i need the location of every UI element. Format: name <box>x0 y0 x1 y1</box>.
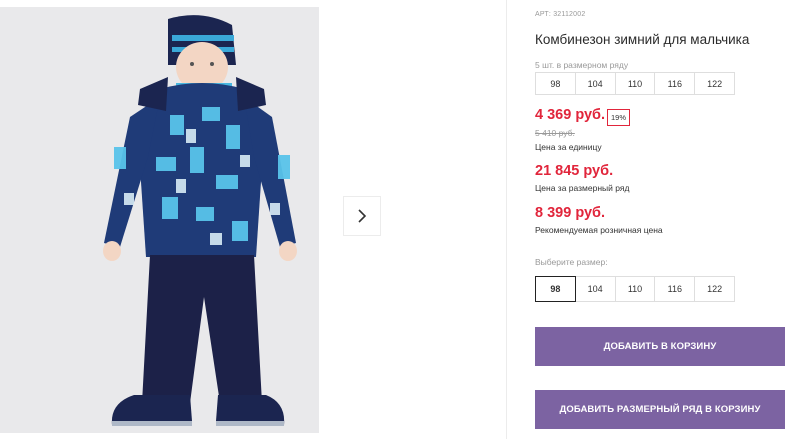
size-option-110[interactable]: 110 <box>614 276 656 302</box>
product-photo[interactable] <box>0 7 319 433</box>
size-option-98[interactable]: 98 <box>535 276 576 302</box>
add-size-row-to-cart-button[interactable]: ДОБАВИТЬ РАЗМЕРНЫЙ РЯД В КОРЗИНУ <box>535 390 785 429</box>
unit-price: 4 369 руб. <box>535 107 606 123</box>
row-price: 21 845 руб. <box>535 163 614 179</box>
chevron-right-icon <box>358 209 367 223</box>
row-price-note: Цена за размерный ряд <box>535 183 630 193</box>
product-image <box>0 7 319 433</box>
pack-label: 5 шт. в размерном ряду <box>535 60 629 70</box>
article-number: АРТ: 32112002 <box>535 11 586 18</box>
product-title: Комбинезон зимний для мальчика <box>535 32 750 47</box>
pack-size-110: 110 <box>614 72 656 95</box>
add-to-cart-button[interactable]: ДОБАВИТЬ В КОРЗИНУ <box>535 327 785 366</box>
rrp-price: 8 399 руб. <box>535 205 606 221</box>
unit-price-note: Цена за единицу <box>535 142 602 152</box>
rrp-note: Рекомендуемая розничная цена <box>535 225 663 235</box>
pack-size-104: 104 <box>574 72 616 95</box>
discount-badge: 19% <box>607 109 631 126</box>
size-option-104[interactable]: 104 <box>574 276 616 302</box>
size-selector: 98 104 110 116 122 <box>535 276 735 302</box>
old-price: 5 410 руб. <box>535 128 575 138</box>
choose-size-label: Выберите размер: <box>535 257 608 267</box>
panel-divider <box>506 0 507 439</box>
pack-sizes: 98 104 110 116 122 <box>535 72 735 95</box>
size-option-122[interactable]: 122 <box>694 276 735 302</box>
size-option-116[interactable]: 116 <box>654 276 696 302</box>
pack-size-122: 122 <box>694 72 735 95</box>
product-gallery <box>0 0 506 439</box>
pack-size-116: 116 <box>654 72 696 95</box>
next-image-button[interactable] <box>343 196 381 236</box>
pack-size-98: 98 <box>535 72 576 95</box>
